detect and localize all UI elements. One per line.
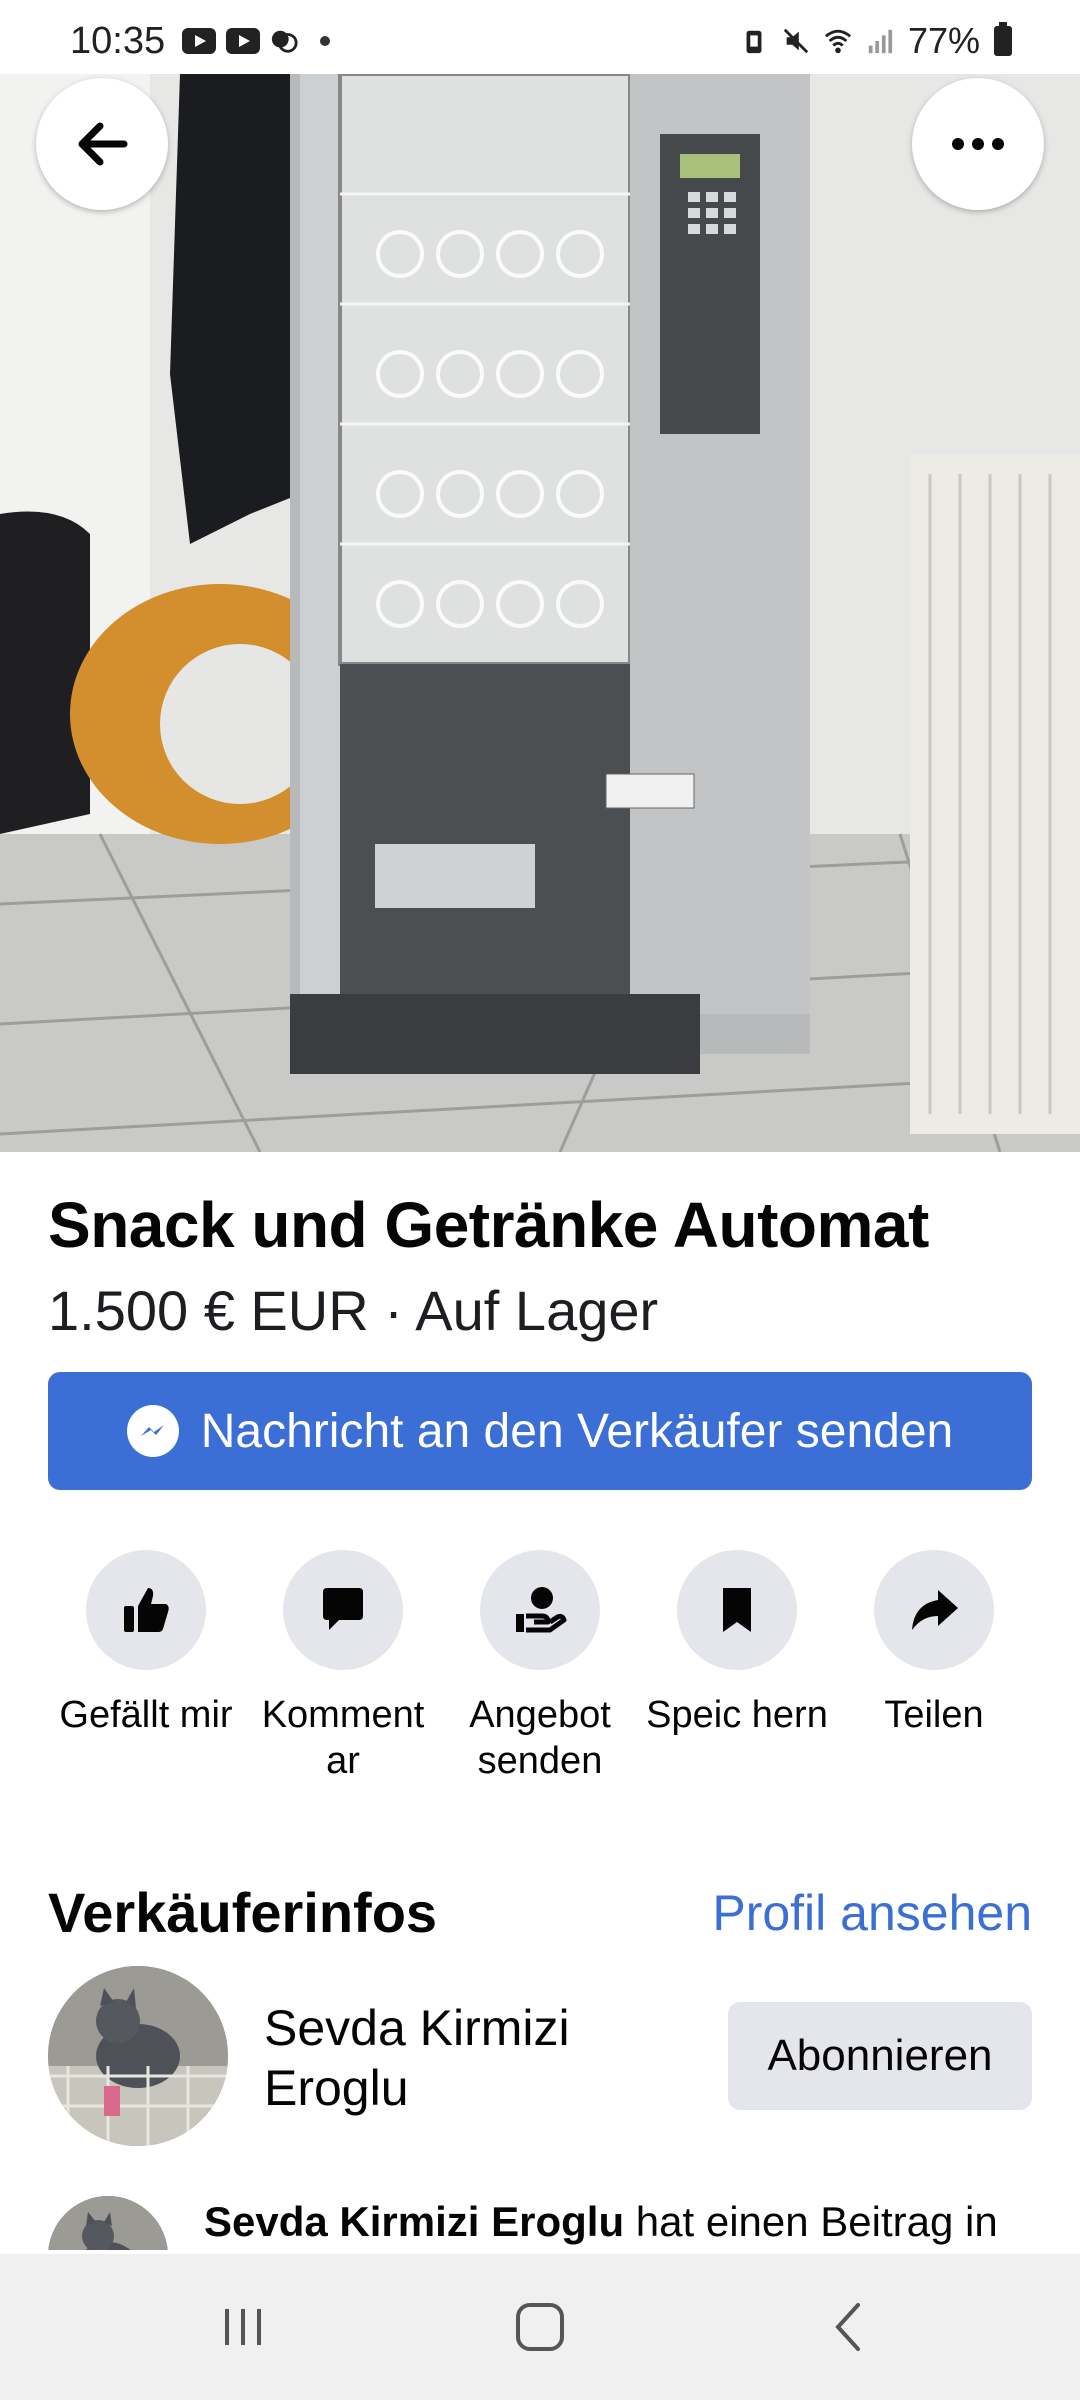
- home-icon: [516, 2303, 564, 2351]
- youtube-icon: [226, 28, 260, 54]
- follow-button[interactable]: Abonnieren: [728, 2002, 1032, 2110]
- cat-photo: [48, 2196, 168, 2250]
- like-button[interactable]: Gefällt mir: [48, 1550, 244, 1784]
- comment-icon: [323, 1588, 363, 1630]
- like-circle: [86, 1550, 206, 1670]
- signal-icon: [868, 29, 893, 54]
- messenger-icon: [126, 1405, 179, 1457]
- post-author[interactable]: Sevda Kirmizi Eroglu: [204, 2198, 624, 2245]
- cat-photo: [48, 1966, 228, 2146]
- system-back-button[interactable]: [818, 2302, 878, 2352]
- message-seller-label: Nachricht an den Verkäufer senden: [200, 1404, 954, 1458]
- more-horizontal-icon: [952, 138, 1004, 150]
- post-text: Sevda Kirmizi Eroglu hat einen Beitrag i…: [204, 2198, 998, 2246]
- comment-button[interactable]: Komment ar: [245, 1550, 441, 1784]
- seller-info-heading: Verkäuferinfos: [48, 1881, 438, 1944]
- comment-label: Komment ar: [261, 1694, 425, 1782]
- mute-icon: [783, 28, 809, 54]
- seller-avatar[interactable]: [48, 1966, 228, 2146]
- comment-circle: [283, 1550, 403, 1670]
- message-seller-button[interactable]: Nachricht an den Verkäufer senden: [48, 1372, 1032, 1490]
- product-photo[interactable]: [0, 74, 1080, 1152]
- send-offer-button[interactable]: Angebot senden: [442, 1550, 638, 1784]
- home-button[interactable]: [510, 2302, 570, 2352]
- notification-icons: [182, 26, 330, 56]
- share-label: Teilen: [884, 1694, 984, 1736]
- save-label: Speic hern: [646, 1694, 828, 1736]
- vending-machine-image: [0, 74, 1080, 1152]
- battery-percent: 77%: [907, 20, 980, 61]
- arrow-left-icon: [78, 122, 128, 166]
- save-button[interactable]: Speic hern: [639, 1550, 835, 1784]
- post-action-text: hat einen Beitrag in: [624, 2198, 998, 2245]
- recent-apps-button[interactable]: [213, 2302, 273, 2352]
- post-author-avatar: [48, 2196, 168, 2250]
- save-circle: [677, 1550, 797, 1670]
- more-notifications-dot: [320, 36, 330, 46]
- chevron-left-icon: [835, 2303, 860, 2351]
- system-icons: 77%: [740, 20, 1012, 62]
- bookmark-icon: [723, 1588, 751, 1632]
- battery-saver-icon: [746, 30, 762, 54]
- view-profile-link[interactable]: Profil ansehen: [712, 1884, 1032, 1942]
- send-offer-label: Angebot senden: [469, 1694, 611, 1782]
- back-button[interactable]: [36, 78, 168, 210]
- listing-price: 1.500 € EUR · Auf Lager: [48, 1279, 659, 1342]
- youtube-icon: [182, 28, 216, 54]
- share-circle: [874, 1550, 994, 1670]
- seller-name[interactable]: Sevda Kirmizi Eroglu: [264, 1998, 624, 2118]
- action-row: Gefällt mir Komment ar Angebot senden Sp…: [48, 1550, 1032, 1784]
- more-options-button[interactable]: [912, 78, 1044, 210]
- offer-icon: [516, 1587, 567, 1633]
- wifi-icon: [824, 29, 851, 54]
- battery-icon: [994, 22, 1012, 56]
- listing-title: Snack und Getränke Automat: [48, 1189, 929, 1261]
- recent-apps-icon: [225, 2309, 261, 2345]
- thumbs-up-icon: [124, 1588, 169, 1632]
- like-label: Gefällt mir: [59, 1694, 233, 1736]
- share-icon: [912, 1590, 958, 1630]
- status-bar: 10:35 77%: [0, 0, 1080, 74]
- system-nav-bar: [0, 2254, 1080, 2400]
- call-icon: [271, 30, 298, 53]
- offer-circle: [480, 1550, 600, 1670]
- status-time: 10:35: [70, 20, 166, 62]
- seller-post-preview[interactable]: Sevda Kirmizi Eroglu hat einen Beitrag i…: [0, 2190, 1080, 2250]
- share-button[interactable]: Teilen: [836, 1550, 1032, 1784]
